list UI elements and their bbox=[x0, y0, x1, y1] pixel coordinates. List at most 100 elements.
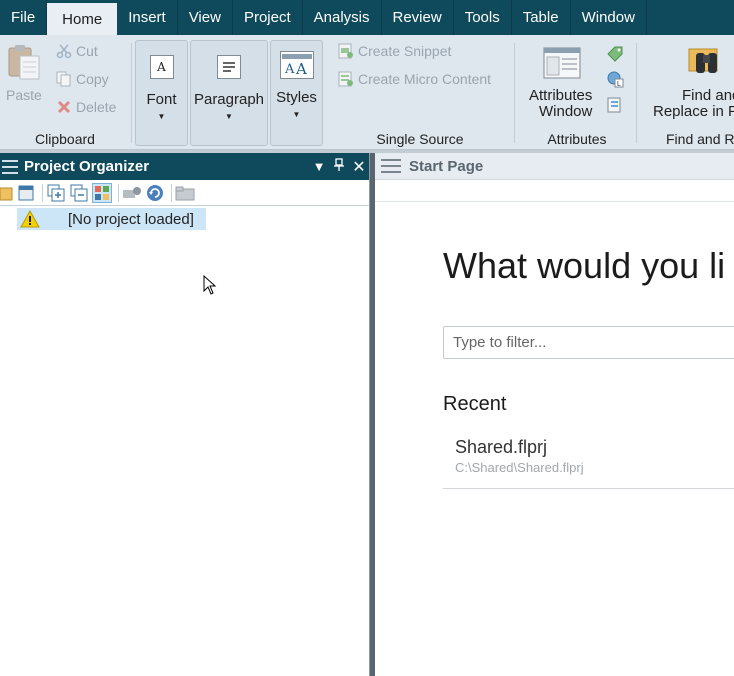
create-micro-content-button[interactable]: Create Micro Content bbox=[338, 71, 491, 87]
start-page-subheader bbox=[375, 180, 734, 202]
find-replace-group-label: Find and R bbox=[666, 131, 734, 147]
attributes-group-label: Attributes bbox=[547, 131, 607, 147]
mouse-cursor-icon bbox=[203, 275, 217, 295]
clipboard-group-label: Clipboard bbox=[35, 131, 95, 147]
pin-icon[interactable] bbox=[329, 158, 349, 175]
svg-text:A: A bbox=[295, 60, 307, 76]
no-project-label: [No project loaded] bbox=[68, 210, 194, 228]
attributes-window-button[interactable]: Attributes Window bbox=[524, 43, 600, 120]
svg-text:A: A bbox=[284, 62, 295, 76]
project-organizer-title: Project Organizer bbox=[24, 158, 150, 175]
ribbon-separator bbox=[131, 43, 132, 143]
paragraph-label: Paragraph bbox=[193, 91, 265, 108]
tab-table[interactable]: Table bbox=[512, 0, 571, 35]
paragraph-icon bbox=[217, 55, 241, 79]
condition-tags-icon[interactable] bbox=[606, 96, 624, 114]
create-snippet-button[interactable]: Create Snippet bbox=[338, 43, 451, 59]
single-source-group-label: Single Source bbox=[376, 131, 464, 147]
recent-project-path: C:\Shared\Shared.flprj bbox=[455, 460, 584, 475]
drag-grip-icon[interactable] bbox=[2, 159, 18, 174]
grid-view-icon[interactable] bbox=[92, 182, 112, 203]
toolbar-separator bbox=[171, 183, 172, 202]
project-properties-icon[interactable] bbox=[16, 183, 36, 203]
start-page-header: Start Page bbox=[375, 153, 734, 180]
tree-item-no-project[interactable]: [No project loaded] bbox=[17, 208, 206, 230]
font-label: Font bbox=[146, 91, 177, 108]
styles-dropdown-button[interactable]: AA Styles ▼ bbox=[270, 40, 323, 146]
globe-language-icon[interactable]: L bbox=[606, 70, 624, 88]
dropdown-arrow-icon[interactable]: ▼ bbox=[309, 159, 329, 174]
font-dropdown-button[interactable]: A Font ▼ bbox=[135, 40, 188, 146]
snippet-icon bbox=[338, 43, 354, 59]
tab-tools[interactable]: Tools bbox=[454, 0, 512, 35]
chevron-down-icon: ▼ bbox=[157, 112, 166, 121]
filter-input[interactable] bbox=[443, 326, 734, 359]
paste-button[interactable]: Paste bbox=[3, 41, 45, 107]
binoculars-icon bbox=[688, 48, 718, 73]
recent-project-item[interactable]: Shared.flprj C:\Shared\Shared.flprj bbox=[443, 433, 734, 489]
collapse-all-icon[interactable] bbox=[69, 183, 89, 203]
attributes-window-icon bbox=[543, 47, 581, 79]
tab-file[interactable]: File bbox=[0, 0, 48, 35]
svg-text:L: L bbox=[617, 81, 621, 88]
ribbon-separator bbox=[636, 43, 637, 143]
copy-icon bbox=[56, 71, 72, 87]
micro-content-icon bbox=[338, 71, 354, 87]
project-folder-icon[interactable] bbox=[175, 183, 195, 203]
menu-bar: File Home Insert View Project Analysis R… bbox=[0, 0, 734, 35]
attributes-group: Attributes Window L Attributes bbox=[518, 35, 636, 149]
tab-window[interactable]: Window bbox=[571, 0, 647, 35]
ribbon: Paste Cut Copy Delete Clipboard A Font ▼ bbox=[0, 35, 734, 150]
styles-label: Styles bbox=[276, 89, 317, 106]
single-source-group: Create Snippet Create Micro Content Sing… bbox=[328, 35, 512, 149]
delete-x-icon bbox=[56, 99, 72, 115]
find-replace-label-line1: Find and bbox=[682, 87, 734, 104]
ribbon-separator bbox=[514, 43, 515, 143]
font-icon: A bbox=[149, 55, 174, 79]
drag-grip-icon[interactable] bbox=[381, 159, 401, 173]
find-replace-in-files-button[interactable]: Find and Replace in Fi bbox=[640, 43, 734, 120]
copy-button[interactable]: Copy bbox=[56, 71, 109, 87]
find-replace-label-line2: Replace in Fi bbox=[653, 103, 734, 120]
tab-project[interactable]: Project bbox=[233, 0, 303, 35]
attributes-window-label-line2: Window bbox=[539, 103, 593, 120]
copy-label: Copy bbox=[76, 71, 109, 87]
refresh-icon[interactable] bbox=[145, 183, 165, 203]
cut-button[interactable]: Cut bbox=[56, 43, 98, 59]
paste-label: Paste bbox=[6, 87, 42, 103]
recent-heading: Recent bbox=[443, 393, 507, 415]
create-snippet-label: Create Snippet bbox=[358, 43, 452, 59]
attributes-window-label-line1: Attributes bbox=[529, 87, 593, 104]
tab-analysis[interactable]: Analysis bbox=[303, 0, 382, 35]
open-folder-icon[interactable] bbox=[0, 183, 14, 203]
create-micro-content-label: Create Micro Content bbox=[358, 71, 492, 87]
toolbar-separator bbox=[118, 183, 119, 202]
cut-label: Cut bbox=[76, 43, 98, 59]
chevron-down-icon: ▼ bbox=[225, 112, 233, 121]
delete-label: Delete bbox=[76, 99, 117, 115]
clipboard-group: Paste Cut Copy Delete Clipboard bbox=[0, 35, 130, 149]
delete-button[interactable]: Delete bbox=[56, 99, 116, 115]
close-icon[interactable]: ✕ bbox=[349, 157, 369, 177]
start-page-pane: Start Page What would you li Recent Shar… bbox=[375, 153, 734, 676]
recent-project-name: Shared.flprj bbox=[455, 437, 548, 457]
expand-all-icon[interactable] bbox=[46, 183, 66, 203]
tab-home[interactable]: Home bbox=[47, 3, 118, 35]
find-replace-group: Find and Replace in Fi Find and R bbox=[640, 35, 734, 149]
chevron-down-icon: ▼ bbox=[292, 110, 301, 119]
start-page-tab-title[interactable]: Start Page bbox=[409, 158, 483, 175]
binding-icon[interactable] bbox=[122, 183, 142, 203]
tab-view[interactable]: View bbox=[178, 0, 233, 35]
page-title: What would you li bbox=[443, 245, 726, 286]
scissors-icon bbox=[56, 43, 72, 59]
tab-insert[interactable]: Insert bbox=[117, 0, 178, 35]
paste-icon bbox=[8, 45, 40, 80]
paragraph-dropdown-button[interactable]: Paragraph ▼ bbox=[190, 40, 268, 146]
warning-icon bbox=[20, 210, 40, 228]
tag-icon[interactable] bbox=[606, 45, 624, 63]
tab-review[interactable]: Review bbox=[382, 0, 454, 35]
project-organizer-header: Project Organizer ▼ ✕ bbox=[0, 153, 369, 180]
project-organizer-toolbar bbox=[0, 180, 369, 206]
toolbar-separator bbox=[42, 183, 43, 202]
styles-icon: AA bbox=[279, 51, 314, 79]
